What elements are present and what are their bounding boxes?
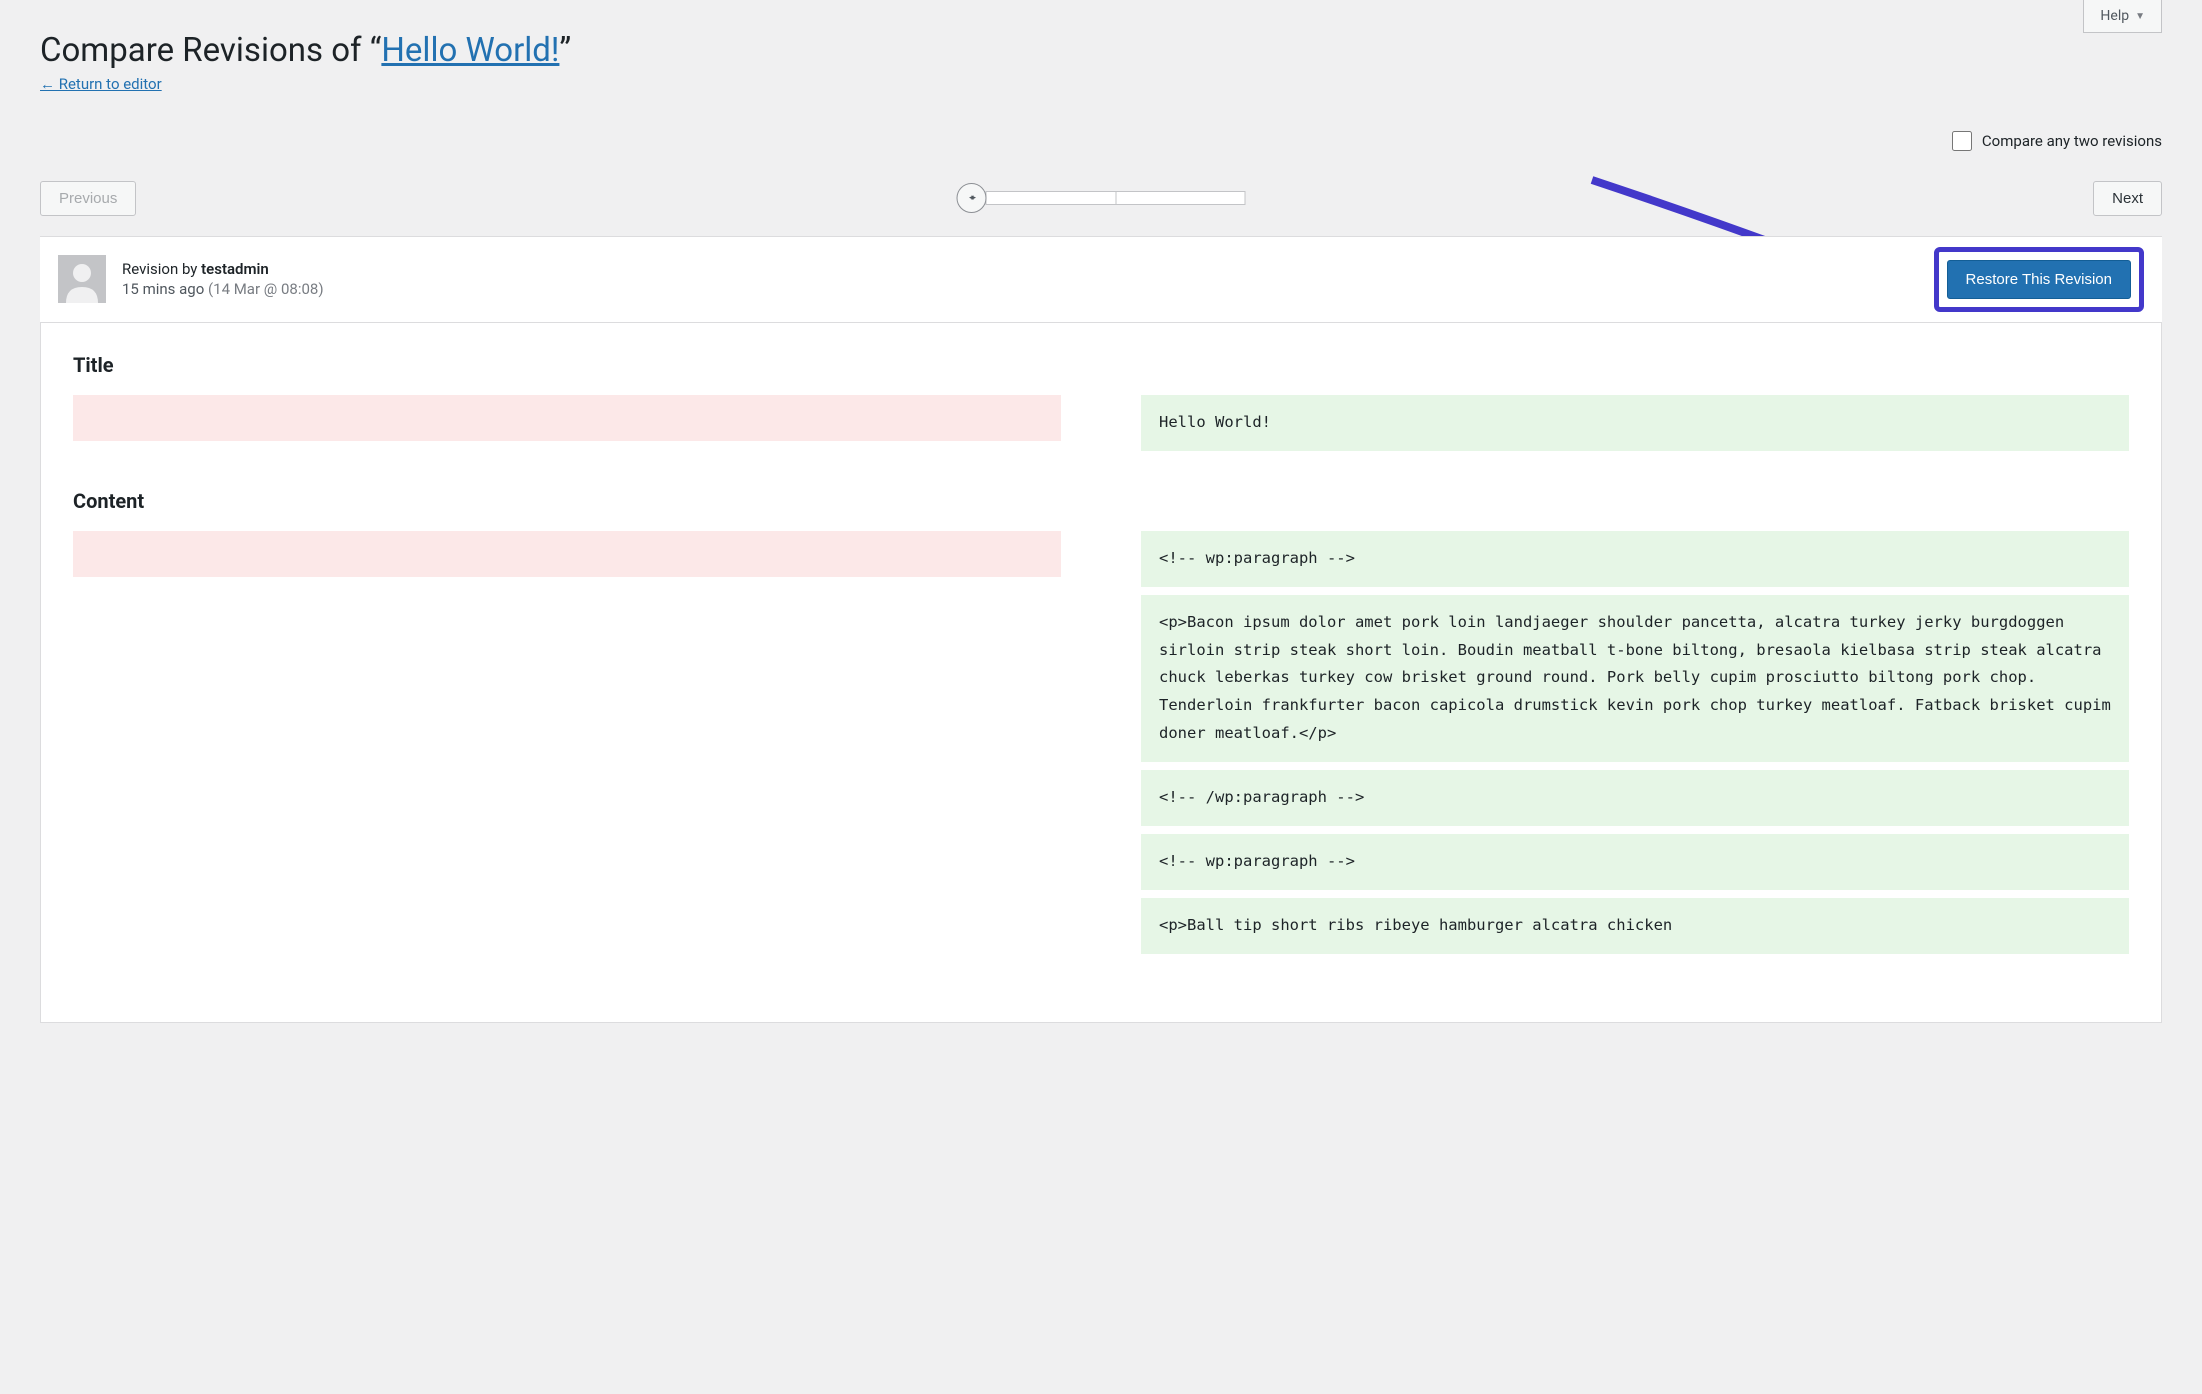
restore-highlight: Restore This Revision: [1934, 247, 2144, 312]
revision-slider[interactable]: [957, 183, 1246, 213]
diff-content-heading: Content: [73, 489, 2129, 513]
content-added-block: <!-- /wp:paragraph -->: [1141, 770, 2129, 826]
diff-title-heading: Title: [73, 353, 2129, 377]
slider-track[interactable]: [986, 191, 1246, 205]
content-added-block: <p>Bacon ipsum dolor amet pork loin land…: [1141, 595, 2129, 762]
help-label: Help: [2100, 8, 2129, 24]
content-added-block: <p>Ball tip short ribs ribeye hamburger …: [1141, 898, 2129, 954]
revision-by-line: Revision by testadmin: [122, 260, 324, 278]
content-added-block: <!-- wp:paragraph -->: [1141, 531, 2129, 587]
return-to-editor-link[interactable]: ← Return to editor: [40, 75, 162, 93]
page-title: Compare Revisions of “Hello World!”: [40, 30, 2162, 73]
title-added-block: Hello World!: [1141, 395, 2129, 451]
restore-revision-button[interactable]: Restore This Revision: [1947, 260, 2131, 299]
content-added-block: <!-- wp:paragraph -->: [1141, 834, 2129, 890]
previous-button[interactable]: Previous: [40, 181, 136, 216]
revision-time-line: 15 mins ago (14 Mar @ 08:08): [122, 280, 324, 298]
compare-any-checkbox[interactable]: [1952, 131, 1972, 151]
revision-author: testadmin: [201, 260, 269, 278]
help-tab[interactable]: Help ▼: [2083, 0, 2162, 33]
chevron-down-icon: ▼: [2135, 11, 2145, 22]
post-title-link[interactable]: Hello World!: [381, 31, 559, 70]
content-removed-block: [73, 531, 1061, 577]
compare-any-label[interactable]: Compare any two revisions: [1982, 132, 2162, 150]
next-button[interactable]: Next: [2093, 181, 2162, 216]
title-removed-block: [73, 395, 1061, 441]
avatar: [58, 255, 106, 303]
slider-handle-icon[interactable]: [957, 183, 987, 213]
